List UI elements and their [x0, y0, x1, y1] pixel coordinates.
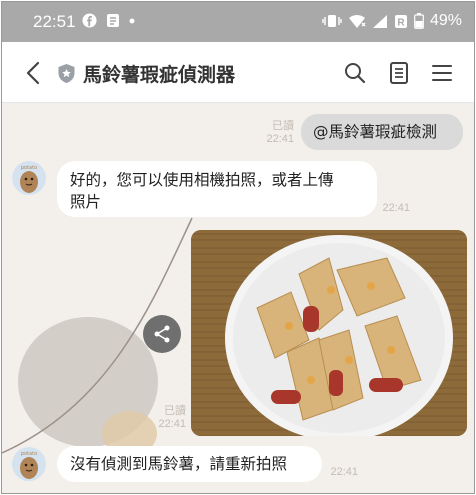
message-text-line-1: 好的，您可以使用相機拍照，或者上傳 [70, 171, 334, 189]
message-time: 22:41 [266, 133, 294, 145]
shield-icon [58, 64, 75, 83]
search-icon[interactable] [343, 61, 367, 85]
back-icon[interactable] [22, 61, 44, 85]
status-time: 22:51 [33, 12, 76, 31]
svg-text:R: R [397, 17, 405, 28]
status-notifications [82, 13, 135, 28]
battery-icon [414, 13, 424, 29]
wifi-icon [348, 14, 366, 28]
share-button[interactable] [143, 315, 181, 353]
bot-avatar[interactable]: potato [12, 161, 46, 195]
read-label: 已讀 [164, 405, 186, 417]
signal-icon [372, 14, 387, 28]
outgoing-message[interactable]: @馬鈴薯瑕疵檢測 [301, 114, 463, 150]
phone-screen: 22:51 R 49% 馬鈴薯瑕疵偵測器 已讀 22:41 @馬鈴薯瑕疵檢測 p… [1, 1, 475, 494]
status-system-icons: R 49% [322, 12, 462, 30]
read-receipt: 已讀 22:41 [258, 120, 294, 146]
svg-text:potato: potato [21, 451, 37, 457]
incoming-message[interactable]: 好的，您可以使用相機拍照，或者上傳 照片 [57, 161, 377, 217]
chat-title-area: 馬鈴薯瑕疵偵測器 [57, 60, 235, 87]
bot-avatar[interactable]: potato [12, 447, 46, 481]
message-time: 22:41 [330, 466, 358, 478]
message-time: 22:41 [382, 202, 410, 214]
incoming-message[interactable]: 沒有偵測到馬鈴薯，請重新拍照 [57, 446, 322, 482]
battery-percent: 49% [429, 12, 462, 29]
notification-icon [107, 14, 119, 27]
share-icon [154, 325, 170, 343]
chat-title: 馬鈴薯瑕疵偵測器 [83, 64, 236, 86]
message-text-line-2: 照片 [70, 193, 102, 211]
facebook-icon [82, 13, 97, 28]
menu-icon[interactable] [430, 61, 454, 85]
notes-icon[interactable] [387, 61, 411, 85]
food-photo-image [191, 230, 467, 436]
vibrate-icon [322, 15, 342, 27]
potato-icon: potato [20, 451, 38, 479]
message-time: 22:41 [158, 418, 186, 430]
status-bar: 22:51 R 49% [2, 2, 474, 42]
read-label: 已讀 [272, 120, 294, 132]
signal-badge-icon: R [394, 14, 407, 28]
potato-icon: potato [20, 165, 38, 193]
read-receipt: 已讀 22:41 [150, 405, 186, 431]
svg-text:potato: potato [21, 165, 37, 171]
message-text: 沒有偵測到馬鈴薯，請重新拍照 [70, 455, 288, 473]
message-text: @馬鈴薯瑕疵檢測 [313, 123, 438, 141]
dot-icon [129, 18, 135, 23]
chat-header: 馬鈴薯瑕疵偵測器 [2, 42, 474, 103]
chat-area[interactable]: 已讀 22:41 @馬鈴薯瑕疵檢測 potato 好的，您可以使用相機拍照，或者… [2, 103, 474, 493]
sent-photo[interactable] [191, 230, 467, 436]
